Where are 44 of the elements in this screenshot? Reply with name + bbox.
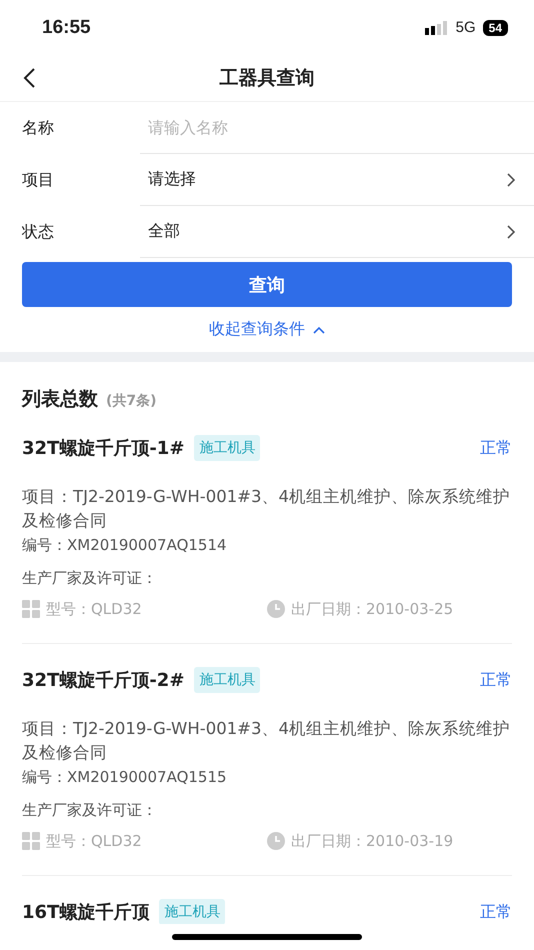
page-title: 工器具查询	[220, 66, 314, 91]
signal-icon	[424, 20, 449, 34]
list-count: (共7条)	[106, 392, 157, 411]
chevron-icon	[506, 172, 516, 186]
select-value: 请选择	[148, 169, 197, 190]
grid-icon	[22, 832, 40, 850]
battery-level: 54	[482, 20, 508, 36]
collapse-link[interactable]: 收起查询条件	[209, 319, 325, 340]
select-value: 全部	[148, 221, 181, 242]
select-field[interactable]: 请选择	[140, 154, 534, 206]
project-text: 项目：TJ2-2019-G-WH-001#3、4机组主机维护、除灰系统维护及检修合同	[22, 486, 512, 532]
date-text: 出厂日期：2010-03-25	[291, 600, 454, 618]
field-label: 项目	[21, 170, 55, 190]
name-field[interactable]: 请输入名称	[148, 118, 516, 137]
category-tag: 施工机具	[194, 435, 260, 461]
status-text: 正常	[480, 438, 512, 458]
status-time: 16:55	[42, 16, 91, 38]
field-label: 状态	[20, 222, 55, 242]
code-text: 编号：XM20190007AQ1514	[22, 535, 228, 556]
grid-icon	[22, 600, 40, 618]
clock-icon	[267, 832, 285, 850]
status-text: 正常	[480, 670, 512, 690]
maker-text: 生产厂家及许可证：	[22, 568, 158, 589]
item-title: 16T螺旋千斤顶	[22, 901, 150, 924]
chevron-icon	[506, 224, 516, 238]
category-tag: 施工机具	[159, 899, 226, 924]
model-text: 型号：QLD32	[46, 832, 142, 850]
back-icon[interactable]	[22, 68, 36, 88]
code-text: 编号：XM20190007AQ1515	[22, 767, 228, 788]
caret-up-icon	[313, 326, 325, 334]
category-tag: 施工机具	[194, 667, 260, 693]
item-title: 32T螺旋千斤顶-2#	[22, 669, 184, 692]
clock-icon	[267, 600, 285, 618]
item-title: 32T螺旋千斤顶-1#	[22, 437, 184, 460]
network-label: 5G	[456, 19, 476, 36]
field-label: 名称	[21, 118, 55, 138]
model-text: 型号：QLD32	[46, 600, 142, 618]
project-text: 项目：TJ2-2019-G-WH-001#3、4机组主机维护、除灰系统维护及检修合同	[22, 718, 512, 764]
list-title: 列表总数	[22, 387, 98, 412]
status-text: 正常	[480, 902, 512, 922]
query-button[interactable]: 查询	[22, 262, 512, 307]
date-text: 出厂日期：2010-03-19	[291, 832, 454, 850]
maker-text: 生产厂家及许可证：	[22, 800, 158, 821]
select-field[interactable]: 全部	[140, 206, 534, 258]
